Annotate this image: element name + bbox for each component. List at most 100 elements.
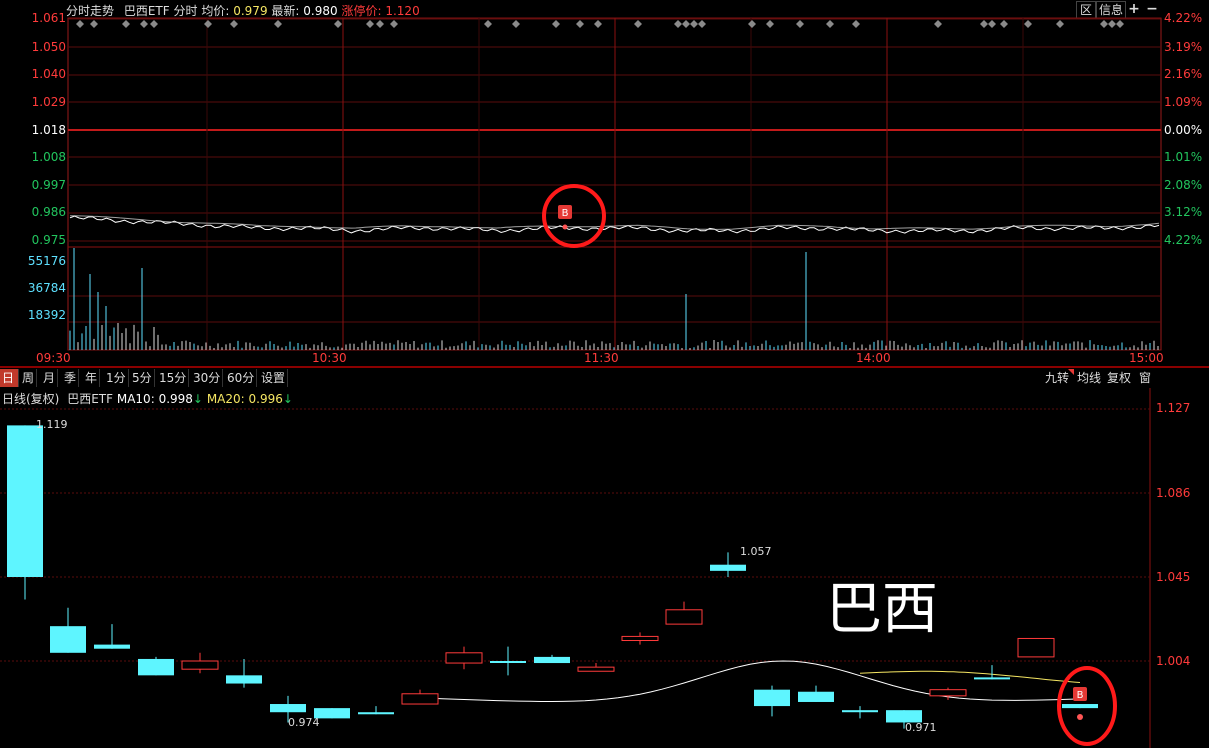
event-diamond-icon bbox=[366, 20, 374, 28]
event-diamond-icon bbox=[1000, 20, 1008, 28]
annotation-peak: 1.057 bbox=[740, 545, 772, 558]
tab-quarter[interactable]: 季 bbox=[62, 369, 80, 387]
tab-1min[interactable]: 1分 bbox=[104, 369, 129, 387]
daily-kline-chart[interactable]: 1.119 1.057 0.974 0.971 巴西 B bbox=[0, 388, 1209, 748]
event-diamond-icon bbox=[230, 20, 238, 28]
pct-tick-8: 4.22% bbox=[1164, 233, 1203, 247]
event-diamond-icon bbox=[334, 20, 342, 28]
price-tick-2: 1.040 bbox=[31, 67, 66, 81]
ma-button[interactable]: 均线 bbox=[1075, 369, 1103, 387]
vol-tick-1: 36784 bbox=[27, 281, 66, 295]
tab-30min[interactable]: 30分 bbox=[191, 369, 224, 387]
pct-tick-2: 2.16% bbox=[1164, 67, 1203, 81]
event-diamond-icon bbox=[796, 20, 804, 28]
event-diamond-icon bbox=[980, 20, 988, 28]
event-diamond-icon bbox=[76, 20, 84, 28]
window-button[interactable]: 窗 bbox=[1137, 369, 1153, 387]
candle-body bbox=[577, 666, 615, 672]
buy-marker-label: B bbox=[562, 208, 569, 219]
panel-divider bbox=[0, 366, 1209, 368]
event-diamond-icon bbox=[988, 20, 996, 28]
event-diamond-icon bbox=[576, 20, 584, 28]
tab-week[interactable]: 周 bbox=[20, 369, 38, 387]
pct-tick-1: 3.19% bbox=[1164, 40, 1203, 54]
event-diamond-icon bbox=[1116, 20, 1124, 28]
highlight-circle bbox=[542, 184, 606, 248]
pct-tick-0: 4.22% bbox=[1164, 11, 1203, 25]
vol-tick-0: 55176 bbox=[27, 254, 66, 268]
candle-body bbox=[974, 677, 1010, 680]
candle-body bbox=[490, 661, 526, 663]
pct-tick-3: 1.09% bbox=[1164, 95, 1203, 109]
time-tick-4: 15:00 bbox=[1129, 351, 1164, 365]
price-tick-8: 0.975 bbox=[31, 233, 66, 247]
event-diamond-icon bbox=[1024, 20, 1032, 28]
price-tick-4: 1.018 bbox=[31, 123, 66, 137]
candle-body bbox=[710, 564, 746, 571]
tab-5min[interactable]: 5分 bbox=[130, 369, 155, 387]
buy-marker-daily-label: B bbox=[1077, 690, 1084, 701]
event-diamond-icon bbox=[698, 20, 706, 28]
candle-body bbox=[798, 691, 834, 702]
pct-tick-6: 2.08% bbox=[1164, 178, 1203, 192]
tab-settings[interactable]: 设置 bbox=[259, 369, 289, 387]
price-tick-5: 1.008 bbox=[31, 150, 66, 164]
overlay-caption: 巴西 bbox=[826, 577, 938, 642]
tab-year[interactable]: 年 bbox=[83, 369, 101, 387]
event-diamond-icon bbox=[122, 20, 130, 28]
candle-body bbox=[1062, 704, 1098, 709]
event-diamond-icon bbox=[682, 20, 690, 28]
time-tick-1: 10:30 bbox=[312, 351, 347, 365]
adjust-button[interactable]: 复权 bbox=[1105, 369, 1133, 387]
tab-day[interactable]: 日 bbox=[0, 369, 19, 387]
daily-price-tick-0: 1.127 bbox=[1156, 401, 1191, 415]
candle-body bbox=[94, 644, 130, 649]
annotation-high: 1.119 bbox=[36, 418, 68, 431]
pct-tick-4: 0.00% bbox=[1164, 123, 1203, 137]
event-diamond-icon bbox=[934, 20, 942, 28]
candle-body bbox=[754, 689, 790, 707]
buy-point-daily bbox=[1077, 714, 1083, 720]
price-tick-7: 0.986 bbox=[31, 205, 66, 219]
event-diamond-icon bbox=[376, 20, 384, 28]
annotation-low-2: 0.971 bbox=[905, 721, 937, 734]
event-diamond-icon bbox=[1056, 20, 1064, 28]
buy-point bbox=[562, 224, 568, 230]
vol-tick-2: 18392 bbox=[27, 308, 66, 322]
nine-turn-button[interactable]: 九转 bbox=[1043, 369, 1071, 387]
event-diamond-icon bbox=[766, 20, 774, 28]
nine-turn-corner-icon bbox=[1068, 369, 1074, 375]
tab-15min[interactable]: 15分 bbox=[157, 369, 190, 387]
candle-body bbox=[621, 635, 659, 642]
candle-body bbox=[138, 658, 174, 676]
event-diamond-icon bbox=[390, 20, 398, 28]
annotation-low-1: 0.974 bbox=[288, 716, 320, 729]
candle-body bbox=[665, 609, 703, 625]
daily-price-tick-3: 1.004 bbox=[1156, 654, 1191, 668]
time-tick-3: 14:00 bbox=[856, 351, 891, 365]
tab-month[interactable]: 月 bbox=[41, 369, 59, 387]
event-diamond-icon bbox=[204, 20, 212, 28]
candle-body bbox=[358, 712, 394, 715]
candle-body bbox=[929, 689, 967, 697]
pct-tick-5: 1.01% bbox=[1164, 150, 1203, 164]
candle-body bbox=[401, 693, 439, 705]
event-diamond-icon bbox=[1100, 20, 1108, 28]
event-diamond-icon bbox=[594, 20, 602, 28]
price-tick-1: 1.050 bbox=[31, 40, 66, 54]
tab-60min[interactable]: 60分 bbox=[225, 369, 258, 387]
price-tick-3: 1.029 bbox=[31, 95, 66, 109]
candle-body bbox=[7, 425, 43, 577]
candle-body bbox=[445, 652, 483, 664]
candle-body bbox=[842, 710, 878, 713]
intraday-chart[interactable]: B bbox=[0, 0, 1209, 368]
price-tick-6: 0.997 bbox=[31, 178, 66, 192]
time-tick-2: 11:30 bbox=[584, 351, 619, 365]
event-diamond-icon bbox=[826, 20, 834, 28]
event-diamond-icon bbox=[634, 20, 642, 28]
price-tick-0: 1.061 bbox=[31, 11, 66, 25]
daily-price-tick-2: 1.045 bbox=[1156, 570, 1191, 584]
candle-body bbox=[226, 675, 262, 684]
pct-tick-7: 3.12% bbox=[1164, 205, 1203, 219]
event-diamond-icon bbox=[274, 20, 282, 28]
